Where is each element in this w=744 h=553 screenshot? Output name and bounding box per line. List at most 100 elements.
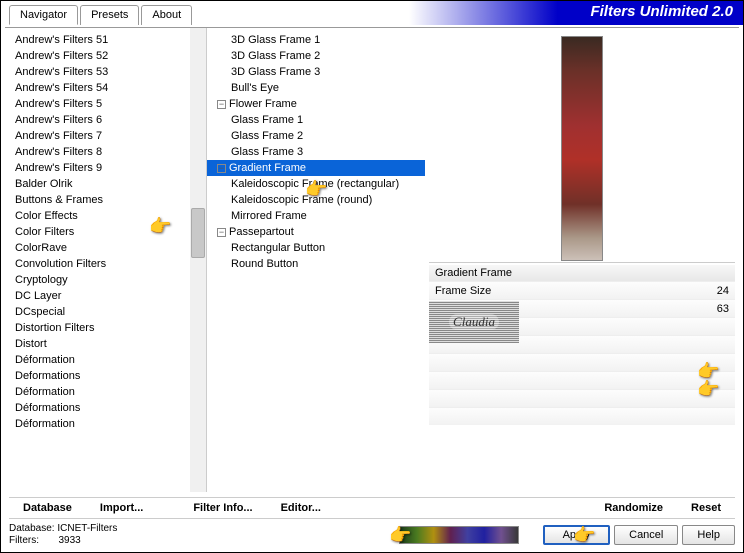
category-item[interactable]: Andrew's Filters 8 bbox=[5, 144, 206, 160]
watermark-text: Claudia bbox=[449, 314, 499, 330]
category-item[interactable]: DC Layer bbox=[5, 288, 206, 304]
filter-label: Kaleidoscopic Frame (round) bbox=[231, 194, 372, 206]
filter-item[interactable]: −Passepartout bbox=[207, 224, 425, 240]
watermark-logo: Claudia bbox=[429, 301, 519, 343]
category-item[interactable]: Andrew's Filters 6 bbox=[5, 112, 206, 128]
filter-label: Kaleidoscopic Frame (rectangular) bbox=[231, 178, 399, 190]
param-value: 63 bbox=[717, 303, 729, 315]
tab-presets[interactable]: Presets bbox=[80, 5, 139, 25]
category-item[interactable]: Andrew's Filters 54 bbox=[5, 80, 206, 96]
filter-item[interactable]: 3D Glass Frame 3 bbox=[207, 64, 425, 80]
apply-button[interactable]: Apply bbox=[543, 525, 611, 545]
collapse-icon[interactable]: − bbox=[217, 228, 226, 237]
toolbar: Database Import... Filter Info... Editor… bbox=[9, 497, 735, 519]
param-empty bbox=[429, 389, 735, 407]
filter-label: Gradient Frame bbox=[229, 162, 306, 174]
category-item[interactable]: Andrew's Filters 52 bbox=[5, 48, 206, 64]
category-item[interactable]: Color Filters bbox=[5, 224, 206, 240]
category-item[interactable]: Buttons & Frames bbox=[5, 192, 206, 208]
app-title: Filters Unlimited 2.0 bbox=[590, 3, 733, 20]
database-button[interactable]: Database bbox=[9, 502, 86, 514]
filters-label: Filters: bbox=[9, 535, 39, 546]
category-item[interactable]: Andrew's Filters 53 bbox=[5, 64, 206, 80]
filter-name: Gradient Frame bbox=[429, 265, 735, 281]
tab-about[interactable]: About bbox=[141, 5, 192, 25]
filter-item[interactable]: 3D Glass Frame 2 bbox=[207, 48, 425, 64]
category-item[interactable]: Andrew's Filters 5 bbox=[5, 96, 206, 112]
category-item[interactable]: Convolution Filters bbox=[5, 256, 206, 272]
footer-info: Database: ICNET-Filters Filters: 3933 bbox=[9, 523, 117, 547]
filter-item[interactable]: Round Button bbox=[207, 256, 425, 272]
preview-panel: Gradient Frame Frame Size 24 Gradient Of… bbox=[425, 28, 739, 492]
param-empty bbox=[429, 407, 735, 425]
category-item[interactable]: Balder Olrik bbox=[5, 176, 206, 192]
filter-item[interactable]: Mirrored Frame bbox=[207, 208, 425, 224]
filter-item[interactable]: Bull's Eye bbox=[207, 80, 425, 96]
param-value: 24 bbox=[717, 285, 729, 297]
help-button[interactable]: Help bbox=[682, 525, 735, 545]
content: Andrew's Filters 51Andrew's Filters 52An… bbox=[5, 27, 739, 492]
filter-label: 3D Glass Frame 3 bbox=[231, 66, 320, 78]
collapse-icon[interactable]: − bbox=[217, 164, 226, 173]
randomize-button[interactable]: Randomize bbox=[590, 502, 677, 514]
filter-label: Flower Frame bbox=[229, 98, 297, 110]
filter-item[interactable]: Kaleidoscopic Frame (rectangular) bbox=[207, 176, 425, 192]
tabs: Navigator Presets About bbox=[9, 5, 194, 25]
gradient-preview[interactable] bbox=[399, 526, 519, 544]
filter-label: Round Button bbox=[231, 258, 298, 270]
filter-label: Glass Frame 1 bbox=[231, 114, 303, 126]
footer: Database: ICNET-Filters Filters: 3933 Ap… bbox=[9, 522, 735, 548]
filter-item[interactable]: Kaleidoscopic Frame (round) bbox=[207, 192, 425, 208]
category-item[interactable]: Distortion Filters bbox=[5, 320, 206, 336]
filter-item[interactable]: Glass Frame 1 bbox=[207, 112, 425, 128]
param-frame-size[interactable]: Frame Size 24 bbox=[429, 281, 735, 299]
scrollbar[interactable] bbox=[190, 28, 206, 492]
category-item[interactable]: ColorRave bbox=[5, 240, 206, 256]
category-item[interactable]: Andrew's Filters 51 bbox=[5, 32, 206, 48]
category-item[interactable]: Color Effects bbox=[5, 208, 206, 224]
cancel-button[interactable]: Cancel bbox=[614, 525, 678, 545]
category-item[interactable]: Déformation bbox=[5, 352, 206, 368]
preview-area bbox=[429, 32, 735, 262]
header: Navigator Presets About Filters Unlimite… bbox=[1, 1, 743, 25]
filter-label: Glass Frame 3 bbox=[231, 146, 303, 158]
filter-info-button[interactable]: Filter Info... bbox=[179, 502, 266, 514]
collapse-icon[interactable]: − bbox=[217, 100, 226, 109]
editor-button[interactable]: Editor... bbox=[267, 502, 335, 514]
filter-label: Glass Frame 2 bbox=[231, 130, 303, 142]
filter-label: 3D Glass Frame 1 bbox=[231, 34, 320, 46]
db-value: ICNET-Filters bbox=[57, 523, 117, 534]
param-empty bbox=[429, 353, 735, 371]
tab-navigator[interactable]: Navigator bbox=[9, 5, 78, 25]
category-item[interactable]: Déformations bbox=[5, 400, 206, 416]
app-window: Navigator Presets About Filters Unlimite… bbox=[0, 0, 744, 553]
category-item[interactable]: Déformation bbox=[5, 384, 206, 400]
filters-value: 3933 bbox=[58, 535, 80, 546]
param-empty bbox=[429, 371, 735, 389]
filter-item[interactable]: −Flower Frame bbox=[207, 96, 425, 112]
category-item[interactable]: Cryptology bbox=[5, 272, 206, 288]
filter-item[interactable]: −Gradient Frame bbox=[207, 160, 425, 176]
filter-item[interactable]: Rectangular Button bbox=[207, 240, 425, 256]
category-item[interactable]: Deformations bbox=[5, 368, 206, 384]
filter-label: Rectangular Button bbox=[231, 242, 325, 254]
filter-item[interactable]: Glass Frame 2 bbox=[207, 128, 425, 144]
category-item[interactable]: Andrew's Filters 9 bbox=[5, 160, 206, 176]
category-item[interactable]: Andrew's Filters 7 bbox=[5, 128, 206, 144]
category-list[interactable]: Andrew's Filters 51Andrew's Filters 52An… bbox=[5, 28, 207, 492]
category-item[interactable]: DCspecial bbox=[5, 304, 206, 320]
filter-label: 3D Glass Frame 2 bbox=[231, 50, 320, 62]
preview-image bbox=[561, 36, 603, 261]
filter-item[interactable]: Glass Frame 3 bbox=[207, 144, 425, 160]
scrollbar-thumb[interactable] bbox=[191, 208, 205, 258]
filter-label: Bull's Eye bbox=[231, 82, 279, 94]
filter-label: Passepartout bbox=[229, 226, 294, 238]
param-label: Frame Size bbox=[435, 285, 491, 297]
params-panel: Gradient Frame Frame Size 24 Gradient Of… bbox=[429, 262, 735, 425]
filter-item[interactable]: 3D Glass Frame 1 bbox=[207, 32, 425, 48]
import-button[interactable]: Import... bbox=[86, 502, 157, 514]
category-item[interactable]: Déformation bbox=[5, 416, 206, 432]
category-item[interactable]: Distort bbox=[5, 336, 206, 352]
reset-button[interactable]: Reset bbox=[677, 502, 735, 514]
filter-list[interactable]: 3D Glass Frame 1 3D Glass Frame 2 3D Glass… bbox=[207, 28, 425, 492]
